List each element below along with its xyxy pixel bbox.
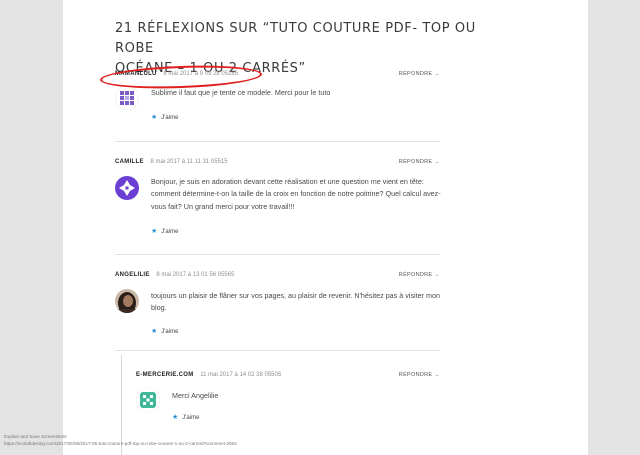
comment-meta: E-MERCERIE.COM 11 mai 2017 à 14 02 38 05… — [136, 371, 281, 379]
comment-angelilie: ANGELILIE 8 mai 2017 à 13 01 56 05565 RÉ… — [115, 271, 440, 346]
like-button[interactable]: ★ J'aime — [172, 414, 199, 422]
capture-caption-title: Explain and Save Screenshots — [4, 434, 67, 439]
comment-date[interactable]: 8 mai 2017 à 13 01 56 05565 — [156, 272, 234, 278]
like-button[interactable]: ★ J'aime — [151, 328, 178, 336]
heading-line-1: 21 RÉFLEXIONS SUR “TUTO COUTURE PDF- TOP… — [115, 21, 476, 56]
pixel-avatar-icon — [114, 85, 140, 111]
like-label: J'aime — [182, 415, 200, 421]
comment-date[interactable]: 11 mai 2017 à 14 02 38 05505 — [200, 372, 281, 378]
reply-thread-line — [121, 355, 122, 455]
avatar[interactable] — [114, 85, 140, 111]
photo-avatar-icon — [115, 289, 139, 313]
comment-divider — [115, 350, 440, 351]
comment-camille: CAMILLE 8 mai 2017 à 11 11 31 05515 RÉPO… — [115, 158, 441, 238]
star-icon: ★ — [151, 228, 158, 235]
star-icon: ★ — [151, 114, 158, 121]
reply-link[interactable]: RÉPONDRE → — [399, 158, 440, 166]
comment-e-mercerie: E-MERCERIE.COM 11 mai 2017 à 14 02 38 05… — [135, 371, 440, 431]
comment-author[interactable]: ANGELILIE — [115, 272, 150, 278]
comments-page: 21 RÉFLEXIONS SUR “TUTO COUTURE PDF- TOP… — [63, 0, 588, 455]
star-icon: ★ — [172, 414, 179, 421]
pixel-avatar-icon — [135, 387, 161, 413]
comment-divider — [115, 141, 440, 142]
comment-text: Merci Angelilie — [172, 391, 219, 400]
reply-link[interactable]: RÉPONDRE → — [399, 70, 440, 78]
like-label: J'aime — [161, 229, 179, 235]
comment-text: toujours un plaisir de flâner sur vos pa… — [151, 291, 441, 313]
like-button[interactable]: ★ J'aime — [151, 114, 178, 122]
comment-divider — [115, 254, 440, 255]
like-label: J'aime — [161, 329, 179, 335]
comment-author[interactable]: CAMILLE — [115, 159, 144, 165]
avatar[interactable] — [115, 176, 139, 200]
pixel-avatar-icon — [115, 176, 139, 200]
like-button[interactable]: ★ J'aime — [151, 228, 178, 236]
reply-link[interactable]: RÉPONDRE → — [399, 371, 440, 379]
comment-author[interactable]: E-MERCERIE.COM — [136, 372, 194, 378]
right-margin — [588, 0, 640, 455]
capture-caption-url: https://ecolahdesing.com/2017/05/08/2017… — [4, 441, 237, 446]
reply-link[interactable]: RÉPONDRE → — [399, 271, 440, 279]
avatar[interactable] — [135, 387, 161, 413]
comment-meta: CAMILLE 8 mai 2017 à 11 11 31 05515 — [115, 158, 228, 166]
comment-text: Bonjour, je suis en adoration devant cet… — [151, 177, 441, 211]
like-label: J'aime — [161, 115, 179, 121]
avatar[interactable] — [115, 289, 139, 313]
star-icon: ★ — [151, 328, 158, 335]
comment-meta: ANGELILIE 8 mai 2017 à 13 01 56 05565 — [115, 271, 234, 279]
comment-date[interactable]: 8 mai 2017 à 11 11 31 05515 — [150, 159, 227, 165]
comment-text: Sublime il faut que je tente ce modele. … — [151, 88, 331, 97]
left-margin — [0, 0, 63, 455]
